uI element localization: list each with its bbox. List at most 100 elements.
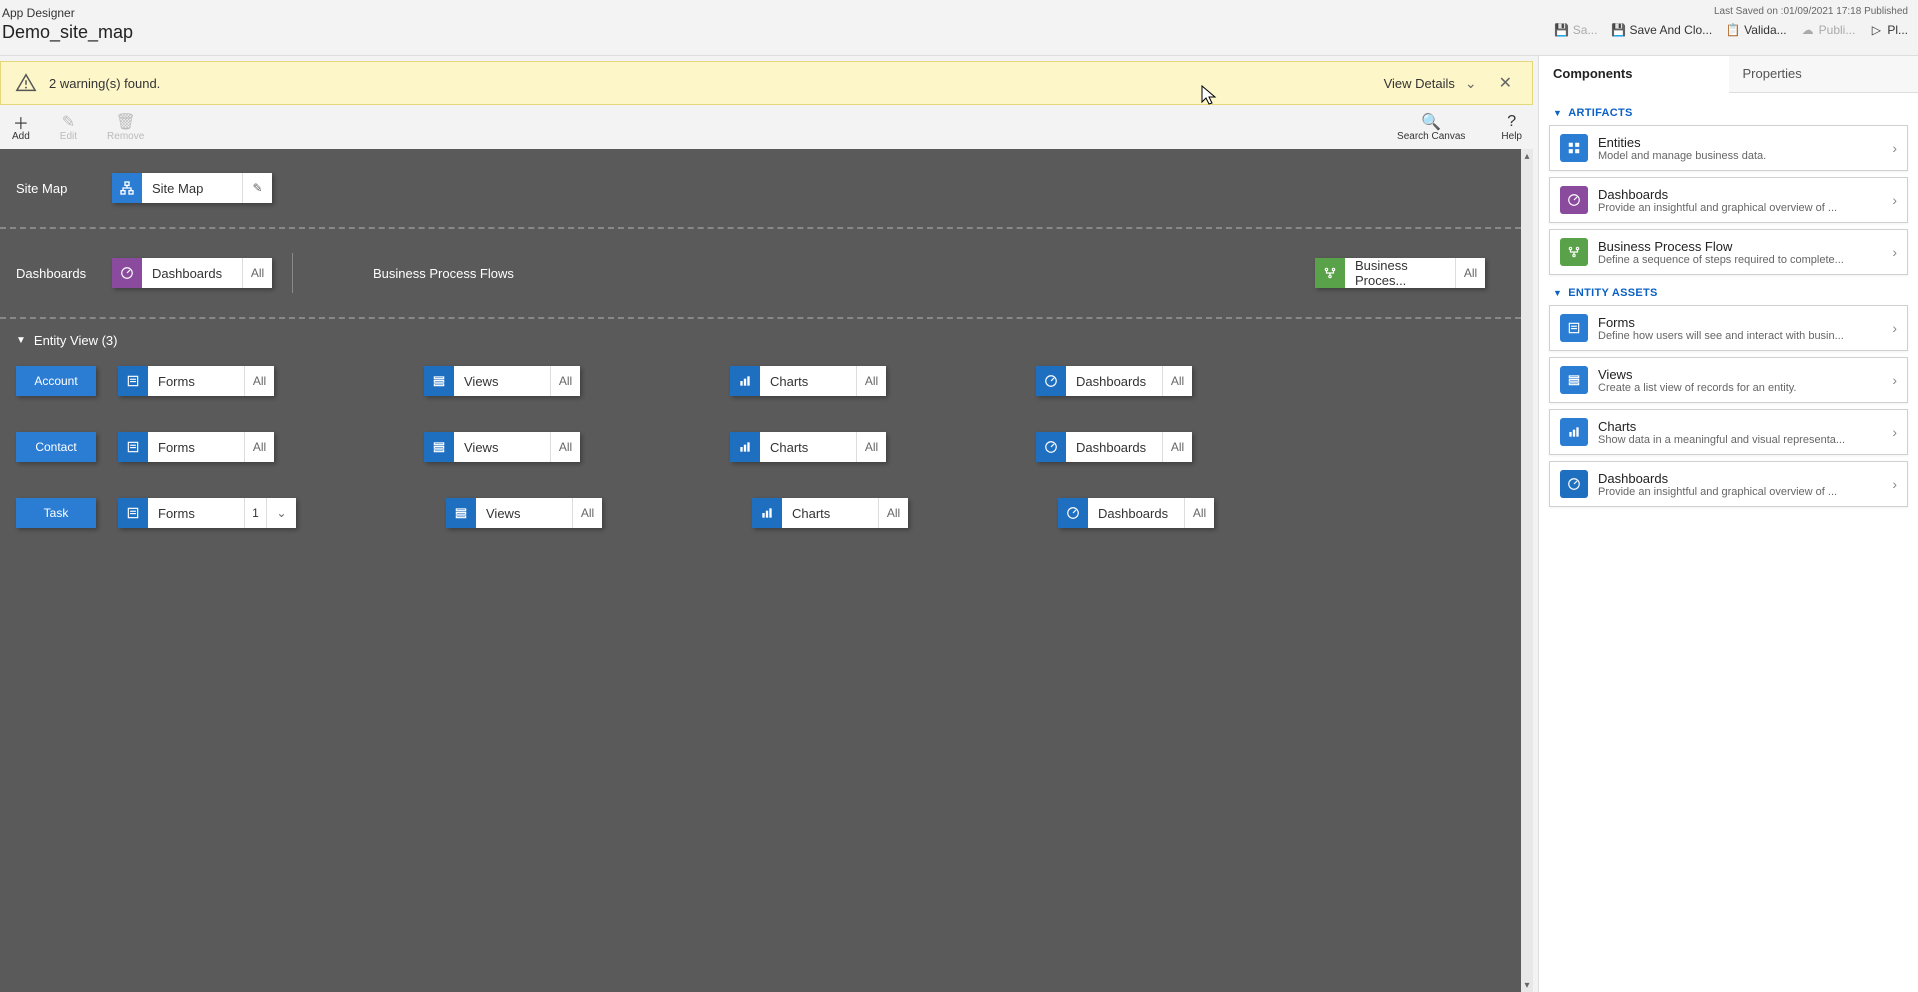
entity-account[interactable]: Account: [16, 366, 96, 396]
chevron-right-icon: ›: [1892, 424, 1897, 440]
component-dashboards[interactable]: Dashboards Provide an insightful and gra…: [1549, 177, 1908, 223]
component-bpf[interactable]: Business Process Flow Define a sequence …: [1549, 229, 1908, 275]
dashboards-label: Dashboards: [1066, 432, 1162, 462]
views-tile[interactable]: ViewsAll: [446, 498, 602, 528]
views-count[interactable]: All: [572, 498, 602, 528]
gauge-icon: [112, 258, 142, 288]
charts-tile[interactable]: ChartsAll: [730, 432, 886, 462]
charts-tile[interactable]: ChartsAll: [752, 498, 908, 528]
save-close-icon: 💾: [1611, 23, 1625, 37]
bpf-tile[interactable]: Business Proces... All: [1315, 258, 1485, 288]
component-entities[interactable]: Entities Model and manage business data.…: [1549, 125, 1908, 171]
charts-count[interactable]: All: [878, 498, 908, 528]
forms-label: Forms: [148, 366, 244, 396]
charts-count[interactable]: All: [856, 432, 886, 462]
validate-button[interactable]: 📋 Valida...: [1726, 23, 1786, 37]
validate-icon: 📋: [1726, 23, 1740, 37]
chevron-right-icon: ›: [1892, 476, 1897, 492]
grid-icon: [1560, 134, 1588, 162]
scroll-up-icon[interactable]: ▴: [1521, 149, 1533, 163]
entity-contact[interactable]: Contact: [16, 432, 96, 462]
scroll-down-icon[interactable]: ▾: [1521, 978, 1533, 992]
flow-icon: [1560, 238, 1588, 266]
trash-icon: 🗑: [116, 113, 136, 131]
save-button[interactable]: 💾 Sa...: [1555, 23, 1598, 37]
component-views[interactable]: Views Create a list view of records for …: [1549, 357, 1908, 403]
dashboards-count[interactable]: All: [1184, 498, 1214, 528]
chart-icon: [730, 366, 760, 396]
forms-tile[interactable]: FormsAll: [118, 432, 274, 462]
vertical-scrollbar[interactable]: ▴ ▾: [1521, 149, 1533, 992]
dashboards-tile[interactable]: DashboardsAll: [1036, 366, 1192, 396]
sitemap-tile[interactable]: Site Map ✎: [112, 173, 272, 203]
divider: [292, 253, 293, 293]
app-title: App Designer: [2, 6, 133, 20]
caret-down-icon: ▼: [16, 335, 26, 346]
chart-icon: [730, 432, 760, 462]
entity-view-toggle[interactable]: ▼ Entity View (3): [16, 333, 1505, 348]
remove-button[interactable]: 🗑 Remove: [101, 111, 150, 144]
component-forms[interactable]: Forms Define how users will see and inte…: [1549, 305, 1908, 351]
views-tile[interactable]: ViewsAll: [424, 366, 580, 396]
charts-count[interactable]: All: [856, 366, 886, 396]
help-button[interactable]: ? Help: [1495, 111, 1528, 144]
dashboards-count[interactable]: All: [1162, 366, 1192, 396]
publish-button[interactable]: ☁ Publi...: [1801, 23, 1856, 37]
dashboards-count[interactable]: All: [242, 258, 272, 288]
tab-properties[interactable]: Properties: [1729, 56, 1918, 92]
form-icon: [118, 432, 148, 462]
forms-count[interactable]: All: [244, 432, 274, 462]
component-entity-dashboards[interactable]: Dashboards Provide an insightful and gra…: [1549, 461, 1908, 507]
sitemap-icon: [112, 173, 142, 203]
view-details-link[interactable]: View Details: [1384, 76, 1455, 91]
dashboards-tile[interactable]: Dashboards All: [112, 258, 272, 288]
edit-sitemap-button[interactable]: ✎: [242, 173, 272, 203]
form-icon: [118, 366, 148, 396]
bpf-count[interactable]: All: [1455, 258, 1485, 288]
canvas-toolbar: ＋ Add ✎ Edit 🗑 Remove 🔍 Search Canvas: [0, 105, 1538, 149]
forms-count[interactable]: 1: [244, 498, 266, 528]
dashboards-count[interactable]: All: [1162, 432, 1192, 462]
edit-button[interactable]: ✎ Edit: [54, 111, 83, 144]
close-icon[interactable]: ✕: [1493, 73, 1518, 93]
save-and-close-button[interactable]: 💾 Save And Clo...: [1611, 23, 1712, 37]
charts-label: Charts: [760, 366, 856, 396]
forms-dropdown[interactable]: ⌄: [266, 498, 296, 528]
tab-components[interactable]: Components: [1539, 56, 1729, 93]
dashboards-tile[interactable]: DashboardsAll: [1036, 432, 1192, 462]
component-charts[interactable]: Charts Show data in a meaningful and vis…: [1549, 409, 1908, 455]
forms-tile[interactable]: FormsAll: [118, 366, 274, 396]
chevron-right-icon: ›: [1892, 372, 1897, 388]
help-icon: ?: [1507, 113, 1516, 131]
publish-icon: ☁: [1801, 23, 1815, 37]
forms-label: Forms: [148, 498, 244, 528]
search-icon: 🔍: [1421, 113, 1441, 131]
charts-tile[interactable]: ChartsAll: [730, 366, 886, 396]
sitemap-label: Site Map: [16, 181, 112, 196]
caret-down-icon: ▼: [1553, 288, 1562, 298]
add-button[interactable]: ＋ Add: [6, 111, 36, 144]
design-canvas: Site Map Site Map ✎ Dashboards: [0, 149, 1533, 992]
bpf-label: Business Process Flows: [373, 266, 1315, 281]
gauge-icon: [1058, 498, 1088, 528]
list-icon: [446, 498, 476, 528]
gauge-icon: [1036, 366, 1066, 396]
group-entity-assets[interactable]: ▼ ENTITY ASSETS: [1549, 281, 1908, 305]
save-icon: 💾: [1555, 23, 1569, 37]
dashboards-tile[interactable]: DashboardsAll: [1058, 498, 1214, 528]
group-artifacts[interactable]: ▼ ARTIFACTS: [1549, 101, 1908, 125]
charts-label: Charts: [760, 432, 856, 462]
forms-count[interactable]: All: [244, 366, 274, 396]
views-count[interactable]: All: [550, 432, 580, 462]
play-button[interactable]: ▷ Pl...: [1869, 23, 1908, 37]
views-tile[interactable]: ViewsAll: [424, 432, 580, 462]
entity-task[interactable]: Task: [16, 498, 96, 528]
chevron-down-icon[interactable]: ⌄: [1465, 75, 1477, 92]
flow-icon: [1315, 258, 1345, 288]
forms-tile[interactable]: Forms1⌄: [118, 498, 296, 528]
views-label: Views: [476, 498, 572, 528]
search-canvas-button[interactable]: 🔍 Search Canvas: [1391, 111, 1471, 144]
entity-row: AccountFormsAllViewsAllChartsAllDashboar…: [16, 366, 1505, 396]
views-count[interactable]: All: [550, 366, 580, 396]
entity-row: TaskForms1⌄ViewsAllChartsAllDashboardsAl…: [16, 498, 1505, 528]
